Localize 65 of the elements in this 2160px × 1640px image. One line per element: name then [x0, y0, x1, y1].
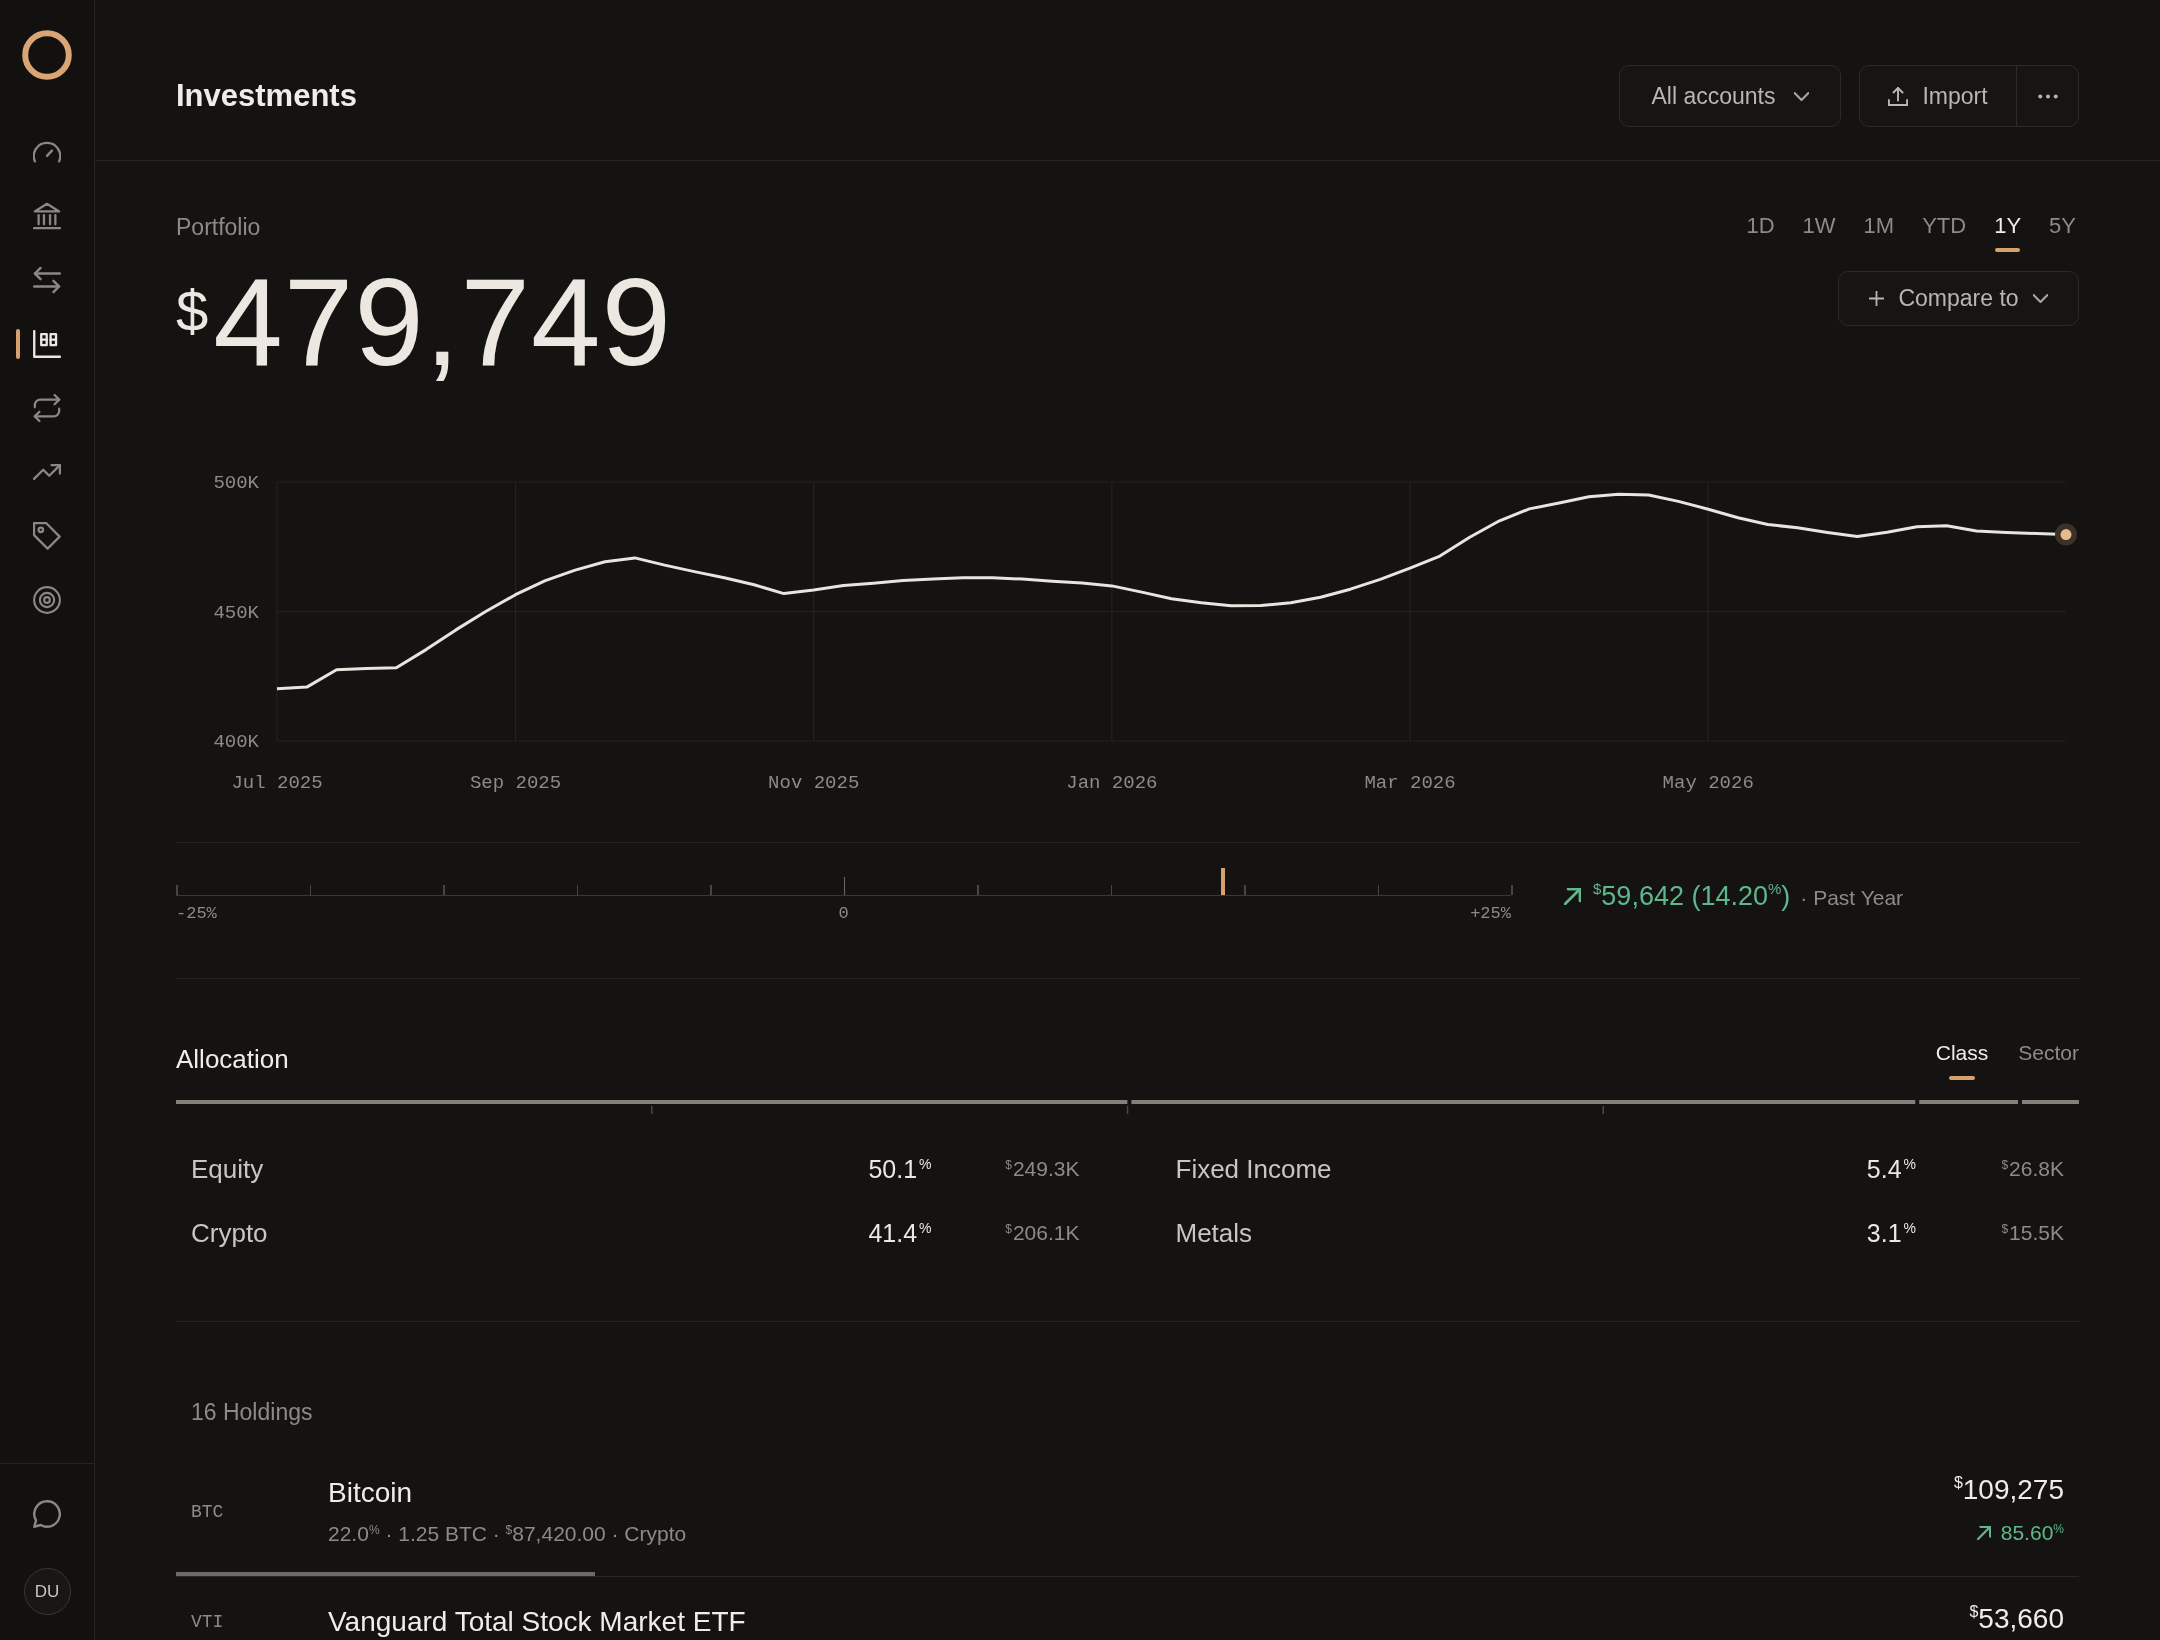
- accounts-dropdown[interactable]: All accounts: [1619, 65, 1841, 127]
- caret-down-icon: [1793, 91, 1809, 101]
- y-axis-label: 400K: [213, 731, 259, 753]
- allocation-percent: 50.1$^{%}$: [868, 1154, 932, 1184]
- holding-name: Bitcoin: [328, 1476, 413, 1510]
- caret-down-icon: [2032, 294, 2048, 303]
- tag-icon: [33, 522, 61, 550]
- x-axis-label: Mar 2026: [1364, 772, 1456, 794]
- holding-name: Vanguard Total Stock Market ETF: [328, 1605, 746, 1639]
- import-button[interactable]: Import: [1860, 66, 2016, 126]
- tab[interactable]: Sector: [2018, 1039, 2079, 1080]
- report-chart-icon: [33, 330, 61, 358]
- allocation-name: Equity: [191, 1153, 264, 1185]
- allocation-value: $^{$}$249.3K: [1005, 1157, 1080, 1181]
- allocation-percent: 3.1$^{%}$: [1866, 1218, 1916, 1248]
- page-title: Investments: [176, 77, 357, 115]
- allocation-percent: 41.4$^{%}$: [868, 1218, 932, 1248]
- change-period: · Past Year: [1800, 885, 1904, 910]
- x-axis-label: Jul 2025: [231, 772, 323, 794]
- range-tab[interactable]: 1W: [1799, 212, 1839, 252]
- allocation-percent: 5.4$^{%}$: [1866, 1154, 1916, 1184]
- scale-label: -25%: [176, 903, 217, 925]
- repeat-arrows-icon: [33, 394, 61, 422]
- allocation-value: $^{$}$15.5K: [2001, 1221, 2064, 1245]
- arrows-left-right-icon: [33, 266, 61, 294]
- y-axis-label: 500K: [213, 472, 259, 494]
- ring-logo-icon[interactable]: [22, 30, 72, 80]
- x-axis-label: Jan 2026: [1066, 772, 1158, 794]
- compare-dropdown[interactable]: Compare to: [1838, 271, 2079, 326]
- plus-icon: [1869, 291, 1885, 306]
- bank-icon: [33, 202, 61, 230]
- section-title: Allocation: [176, 1043, 289, 1075]
- portfolio-label: Portfolio: [176, 213, 261, 241]
- allocation-name: Crypto: [191, 1217, 268, 1249]
- allocation-value: $^{$}$206.1K: [1005, 1221, 1080, 1245]
- scale-label: +25%: [1470, 903, 1511, 925]
- chat-bubble-icon[interactable]: [33, 1500, 61, 1528]
- user-avatar[interactable]: DU: [23, 1568, 71, 1615]
- holding-value: $^{$}$109,275: [1953, 1473, 2064, 1507]
- x-axis-label: Sep 2025: [469, 772, 562, 794]
- x-axis-label: May 2026: [1662, 772, 1754, 794]
- scale-label: 0: [838, 903, 849, 925]
- allocation-name: Metals: [1175, 1217, 1253, 1249]
- target-icon: [33, 586, 61, 614]
- ticker-symbol: BTC: [191, 1502, 224, 1522]
- range-tab[interactable]: 5Y: [2046, 212, 2079, 252]
- range-tab[interactable]: 1Y: [1991, 212, 2025, 252]
- end-point-marker-icon: [2055, 523, 2077, 546]
- range-tab[interactable]: 1D: [1743, 212, 1778, 252]
- holdings-count: 16 Holdings: [191, 1398, 313, 1426]
- tab[interactable]: Class: [1935, 1039, 1989, 1080]
- y-axis-label: 450K: [213, 601, 259, 624]
- ticker-symbol: VTI: [191, 1612, 224, 1632]
- range-tab[interactable]: YTD: [1919, 212, 1970, 252]
- x-axis-label: Nov 2025: [768, 772, 860, 794]
- holding-value: $^{$}$53,660: [1969, 1602, 2064, 1636]
- holding-details: 22.0$^{%}$ · 1.25 BTC · $^{$}$87,420.00 · Crypto: [328, 1521, 687, 1547]
- more-dots-icon: [2037, 93, 2058, 99]
- allocation-name: Fixed Income: [1175, 1153, 1332, 1185]
- allocation-value: $^{$}$26.8K: [2001, 1157, 2064, 1181]
- holding-change: 85.60$^{%}$: [2000, 1520, 2064, 1546]
- change-amount: $^{$}$59,642 (14.20$^{%}$): [1593, 879, 1791, 913]
- upload-icon: [1888, 86, 1909, 106]
- portfolio-value: $^{$}$479,749: [176, 259, 673, 384]
- range-tab[interactable]: 1M: [1860, 212, 1898, 252]
